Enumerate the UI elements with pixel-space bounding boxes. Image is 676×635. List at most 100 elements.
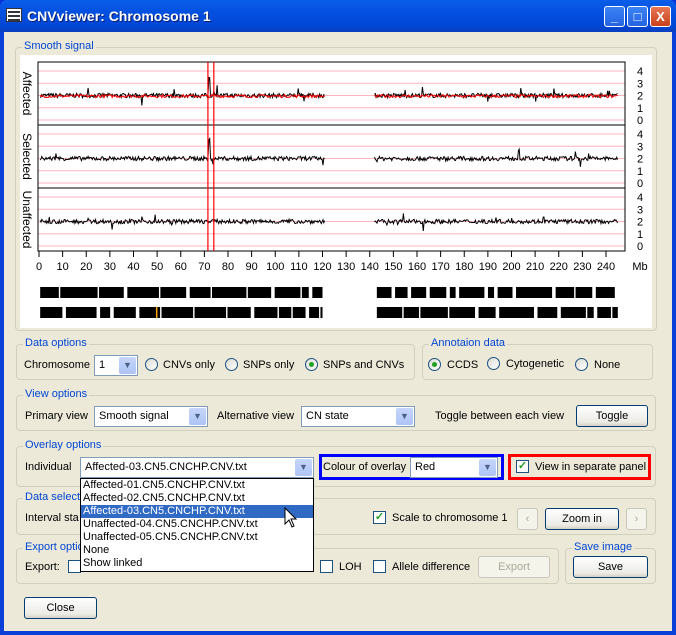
separate-panel-checkbox[interactable]: ✓ [516, 460, 529, 473]
y-tick-label: 3 [637, 141, 643, 153]
alternative-view-select[interactable]: CN state ▼ [301, 406, 415, 427]
annotation-block [40, 307, 63, 318]
x-tick-label: 100 [266, 261, 284, 273]
toggle-button[interactable]: Toggle [576, 405, 648, 427]
chevron-down-icon[interactable]: ▼ [189, 408, 206, 425]
x-tick-label: 180 [455, 261, 473, 273]
radio-label: CNVs only [163, 359, 215, 371]
dropdown-option[interactable]: Show linked [81, 557, 313, 570]
chevron-down-icon[interactable]: ▼ [396, 408, 413, 425]
individual-label: Individual [25, 461, 72, 473]
y-tick-label: 2 [637, 154, 643, 166]
primary-view-label: Primary view [25, 410, 88, 422]
annotation-block [497, 287, 513, 298]
annotation-block [99, 287, 124, 298]
annotation-block [227, 307, 251, 318]
colour-value: Red [415, 461, 436, 473]
individual-select[interactable]: Affected-03.CN5.CNCHP.CNV.txt ▼ [80, 457, 314, 478]
minimize-button[interactable]: _ [604, 6, 625, 27]
chevron-down-icon[interactable]: ▼ [295, 459, 312, 476]
radio-ccds[interactable] [428, 358, 441, 371]
toggle-label: Toggle between each view [435, 410, 565, 422]
chromosome-select[interactable]: 1 ▼ [94, 355, 138, 376]
close-button[interactable]: Close [24, 597, 97, 619]
radio-snps-only[interactable] [225, 358, 238, 371]
dropdown-option[interactable]: Affected-02.CN5.CNCHP.CNV.txt [81, 492, 313, 505]
annotation-block [254, 307, 278, 318]
scale-to-chromosome-checkbox[interactable]: ✓ [373, 511, 386, 524]
group-label: Data options [23, 337, 89, 349]
alternative-view-label: Alternative view [217, 410, 295, 422]
x-tick-label: 70 [198, 261, 210, 273]
annotation-block [499, 307, 534, 318]
x-tick-label: 130 [337, 261, 355, 273]
x-tick-label: 110 [290, 261, 308, 273]
dropdown-option[interactable]: Affected-03.CN5.CNCHP.CNV.txt [81, 505, 313, 518]
y-tick-label: 1 [637, 229, 643, 241]
annotation-block [127, 287, 159, 298]
radio-label: Cytogenetic [506, 358, 565, 370]
annotation-block [65, 307, 97, 318]
y-tick-label: 1 [637, 166, 643, 178]
annotation-block [161, 307, 194, 318]
primary-view-select[interactable]: Smooth signal ▼ [94, 406, 208, 427]
x-tick-label: 140 [361, 261, 379, 273]
annotation-block [292, 307, 306, 318]
annotation-block [516, 287, 553, 298]
maximize-button[interactable]: □ [627, 6, 648, 27]
x-tick-label: 170 [431, 261, 449, 273]
x-tick-label: 120 [313, 261, 331, 273]
radio-none[interactable] [575, 358, 588, 371]
annotation-block [40, 287, 59, 298]
annotation-block [403, 307, 419, 318]
group-label: Annotaion data [429, 337, 508, 349]
radio-snps-and-cnvs[interactable] [305, 358, 318, 371]
annotation-block [595, 287, 615, 298]
x-tick-label: 190 [479, 261, 497, 273]
annotation-block [487, 287, 495, 298]
chromosome-label: Chromosome [24, 359, 91, 371]
y-tick-label: 3 [637, 78, 643, 90]
signal-plot[interactable]: Affected 43210Selected 43210Unaffected 4321… [20, 55, 652, 328]
group-label: View options [23, 388, 90, 400]
colour-of-overlay-select[interactable]: Red ▼ [410, 457, 498, 478]
radio-cytogenetic[interactable] [487, 357, 500, 370]
radio-label: SNPs and CNVs [323, 359, 405, 371]
group-label: Data select [23, 491, 83, 503]
export-button[interactable]: Export [478, 556, 550, 578]
group-label: Overlay options [23, 439, 104, 451]
title-bar[interactable]: CNVviewer: Chromosome 1 _ □ X [0, 0, 676, 32]
x-tick-label: 50 [151, 261, 163, 273]
dropdown-option[interactable]: None [81, 544, 313, 557]
annotation-block [194, 307, 227, 318]
annotation-block [320, 307, 323, 318]
x-tick-label: 10 [57, 261, 69, 273]
radio-cnvs-only[interactable] [145, 358, 158, 371]
annotation-block [376, 287, 392, 298]
radio-label: CCDS [447, 359, 479, 371]
y-tick-label: 2 [637, 91, 643, 103]
next-button[interactable]: › [626, 508, 647, 530]
zoom-in-button[interactable]: Zoom in [545, 508, 619, 530]
chevron-down-icon[interactable]: ▼ [119, 357, 136, 374]
annotation-block [160, 287, 187, 298]
dropdown-option[interactable]: Unaffected-04.CN5.CNCHP.CNV.txt [81, 518, 313, 531]
x-tick-label: 90 [246, 261, 258, 273]
allele-difference-checkbox[interactable] [373, 560, 386, 573]
save-button[interactable]: Save [573, 556, 648, 578]
window-title: CNVviewer: Chromosome 1 [27, 8, 211, 24]
dropdown-option[interactable]: Unaffected-05.CN5.CNCHP.CNV.txt [81, 531, 313, 544]
annotation-block [449, 287, 456, 298]
annotation-block [560, 307, 586, 318]
previous-button[interactable]: ‹ [517, 508, 538, 530]
loh-checkbox[interactable] [320, 560, 333, 573]
interval-start-label: Interval sta [25, 512, 79, 524]
chevron-down-icon[interactable]: ▼ [479, 459, 496, 476]
primary-view-value: Smooth signal [99, 410, 169, 422]
group-label: Export optio [23, 541, 86, 553]
individual-dropdown-list[interactable]: Affected-01.CN5.CNCHP.CNV.txt Affected-02… [80, 478, 314, 572]
dropdown-option[interactable]: Affected-01.CN5.CNCHP.CNV.txt [81, 479, 313, 492]
close-window-button[interactable]: X [650, 6, 671, 27]
annotation-block [537, 307, 558, 318]
scale-label: Scale to chromosome 1 [392, 512, 508, 524]
